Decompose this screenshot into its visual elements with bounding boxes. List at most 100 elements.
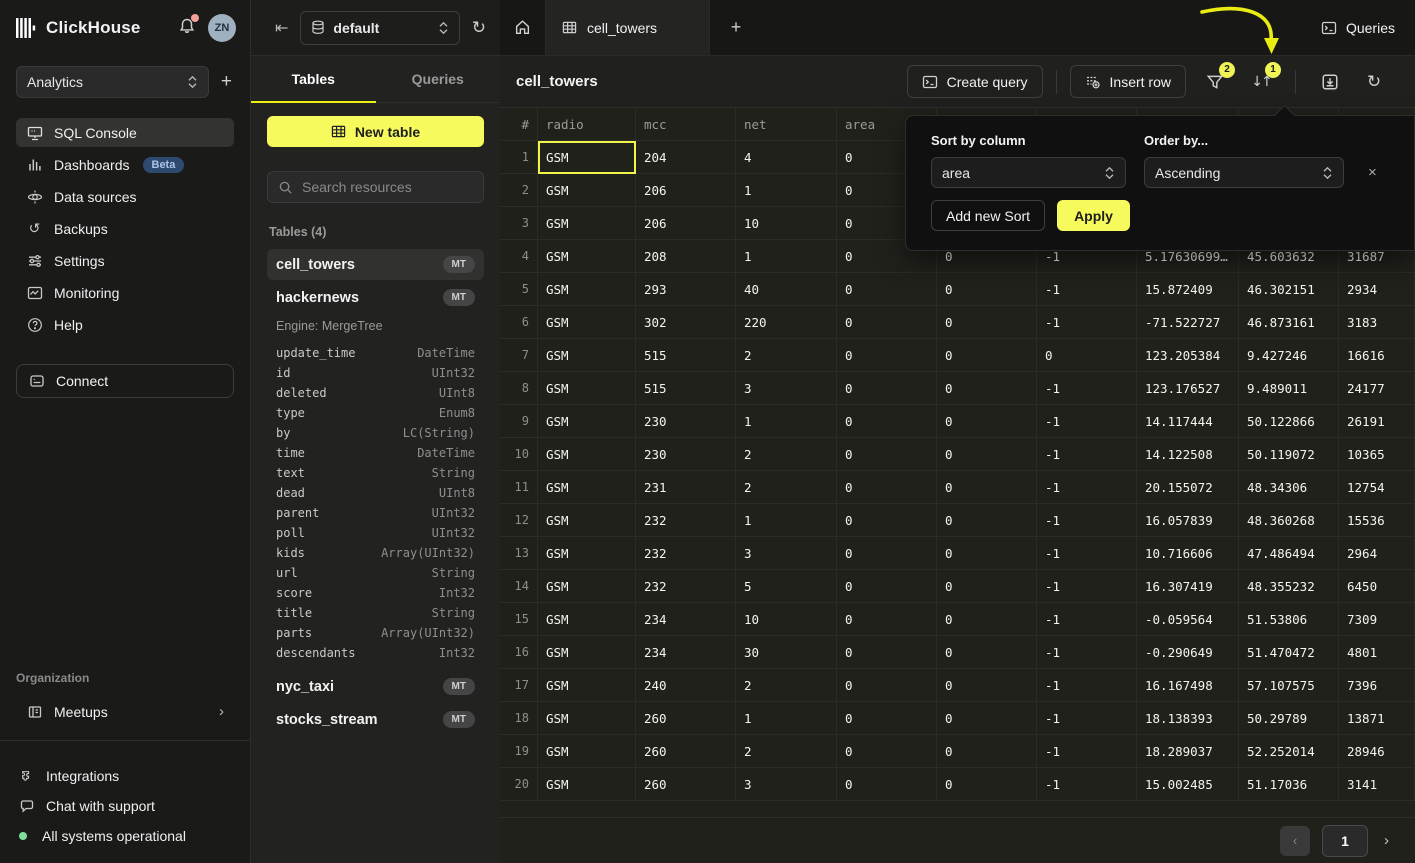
table-cell[interactable]: 15.002485 xyxy=(1137,768,1239,801)
table-cell[interactable]: 4801 xyxy=(1339,636,1415,669)
table-cell[interactable]: GSM xyxy=(538,141,636,174)
refresh-icon[interactable]: ↻ xyxy=(472,18,486,38)
apply-sort-button[interactable]: Apply xyxy=(1057,200,1130,231)
table-cell[interactable]: 2 xyxy=(736,471,837,504)
table-cell[interactable]: 0 xyxy=(937,603,1037,636)
table-cell[interactable]: 515 xyxy=(636,339,736,372)
table-cell[interactable]: GSM xyxy=(538,339,636,372)
column-header[interactable]: radio xyxy=(538,108,636,141)
table-cell[interactable]: 0 xyxy=(937,405,1037,438)
table-cell[interactable]: 0 xyxy=(837,504,937,537)
table-cell[interactable]: 0 xyxy=(837,471,937,504)
table-cell[interactable]: 15.872409 xyxy=(1137,273,1239,306)
table-cell[interactable]: 1 xyxy=(736,702,837,735)
table-cell[interactable]: 1 xyxy=(736,240,837,273)
table-cell[interactable]: -1 xyxy=(1037,405,1137,438)
table-cell[interactable]: 206 xyxy=(636,174,736,207)
table-cell[interactable]: 2 xyxy=(736,669,837,702)
table-cell[interactable]: 51.17036 xyxy=(1239,768,1339,801)
table-cell[interactable]: -1 xyxy=(1037,636,1137,669)
table-cell[interactable]: 0 xyxy=(937,768,1037,801)
table-cell[interactable]: -1 xyxy=(1037,504,1137,537)
table-cell[interactable]: 204 xyxy=(636,141,736,174)
table-cell[interactable]: GSM xyxy=(538,669,636,702)
close-icon[interactable]: × xyxy=(1362,164,1383,181)
table-item-hackernews[interactable]: hackernews MT xyxy=(267,282,484,313)
table-cell[interactable]: 230 xyxy=(636,405,736,438)
table-cell[interactable]: GSM xyxy=(538,405,636,438)
sidebar-item-sql-console[interactable]: SQL Console xyxy=(16,118,234,147)
new-table-button[interactable]: New table xyxy=(267,116,484,147)
table-cell[interactable]: GSM xyxy=(538,306,636,339)
add-workspace-button[interactable]: + xyxy=(219,71,234,93)
table-cell[interactable]: 0 xyxy=(837,537,937,570)
table-cell[interactable]: 1 xyxy=(736,405,837,438)
table-cell[interactable]: 13871 xyxy=(1339,702,1415,735)
create-query-button[interactable]: Create query xyxy=(907,65,1043,98)
table-cell[interactable]: 0 xyxy=(937,471,1037,504)
table-cell[interactable]: 18.138393 xyxy=(1137,702,1239,735)
order-by-select[interactable]: Ascending xyxy=(1144,157,1344,188)
table-cell[interactable]: 16.057839 xyxy=(1137,504,1239,537)
table-cell[interactable]: 234 xyxy=(636,603,736,636)
next-page-button[interactable]: › xyxy=(1380,832,1393,849)
sort-column-select[interactable]: area xyxy=(931,157,1126,188)
table-cell[interactable]: -1 xyxy=(1037,669,1137,702)
database-selector[interactable]: default xyxy=(300,11,459,45)
table-cell[interactable]: 50.119072 xyxy=(1239,438,1339,471)
table-cell[interactable]: 2934 xyxy=(1339,273,1415,306)
table-cell[interactable]: 260 xyxy=(636,702,736,735)
table-cell[interactable]: 7396 xyxy=(1339,669,1415,702)
table-cell[interactable]: 0 xyxy=(837,702,937,735)
table-cell[interactable]: 0 xyxy=(837,768,937,801)
table-cell[interactable]: -71.522727 xyxy=(1137,306,1239,339)
table-cell[interactable]: -1 xyxy=(1037,570,1137,603)
table-cell[interactable]: 50.122866 xyxy=(1239,405,1339,438)
queries-button[interactable]: Queries xyxy=(1301,0,1415,55)
column-header[interactable]: mcc xyxy=(636,108,736,141)
table-cell[interactable]: 0 xyxy=(937,570,1037,603)
table-cell[interactable]: 0 xyxy=(837,405,937,438)
table-cell[interactable]: 30 xyxy=(736,636,837,669)
table-cell[interactable]: -1 xyxy=(1037,768,1137,801)
table-cell[interactable]: -1 xyxy=(1037,735,1137,768)
table-cell[interactable]: 18.289037 xyxy=(1137,735,1239,768)
table-cell[interactable]: -1 xyxy=(1037,537,1137,570)
sidebar-item-monitoring[interactable]: Monitoring xyxy=(16,278,234,307)
home-button[interactable] xyxy=(500,0,546,55)
sidebar-item-help[interactable]: Help xyxy=(16,310,234,339)
table-cell[interactable]: GSM xyxy=(538,636,636,669)
tab-cell-towers[interactable]: cell_towers xyxy=(546,0,710,55)
table-cell[interactable]: 47.486494 xyxy=(1239,537,1339,570)
table-cell[interactable]: 0 xyxy=(937,306,1037,339)
current-page-button[interactable]: 1 xyxy=(1322,825,1368,857)
table-cell[interactable]: 260 xyxy=(636,768,736,801)
table-cell[interactable]: 0 xyxy=(937,438,1037,471)
avatar[interactable]: ZN xyxy=(208,14,236,42)
notifications-button[interactable] xyxy=(178,17,196,40)
table-cell[interactable]: 0 xyxy=(937,537,1037,570)
table-cell[interactable]: 0 xyxy=(937,735,1037,768)
table-cell[interactable]: 240 xyxy=(636,669,736,702)
table-cell[interactable]: 3 xyxy=(736,537,837,570)
workspace-selector[interactable]: Analytics xyxy=(16,66,209,98)
table-cell[interactable]: 260 xyxy=(636,735,736,768)
table-cell[interactable]: 26191 xyxy=(1339,405,1415,438)
sidebar-item-backups[interactable]: ↺ Backups xyxy=(16,214,234,243)
sidebar-item-meetups[interactable]: Meetups › xyxy=(16,697,234,726)
table-cell[interactable]: 230 xyxy=(636,438,736,471)
table-cell[interactable]: 28946 xyxy=(1339,735,1415,768)
table-cell[interactable]: -1 xyxy=(1037,471,1137,504)
table-cell[interactable]: 232 xyxy=(636,537,736,570)
table-cell[interactable]: -1 xyxy=(1037,372,1137,405)
table-item-cell-towers[interactable]: cell_towers MT xyxy=(267,249,484,280)
table-cell[interactable]: -1 xyxy=(1037,273,1137,306)
table-cell[interactable]: 15536 xyxy=(1339,504,1415,537)
table-cell[interactable]: 293 xyxy=(636,273,736,306)
table-cell[interactable]: 208 xyxy=(636,240,736,273)
table-cell[interactable]: GSM xyxy=(538,537,636,570)
add-new-sort-button[interactable]: Add new Sort xyxy=(931,200,1045,231)
table-cell[interactable]: 3183 xyxy=(1339,306,1415,339)
table-cell[interactable]: 24177 xyxy=(1339,372,1415,405)
table-cell[interactable]: 3 xyxy=(736,768,837,801)
